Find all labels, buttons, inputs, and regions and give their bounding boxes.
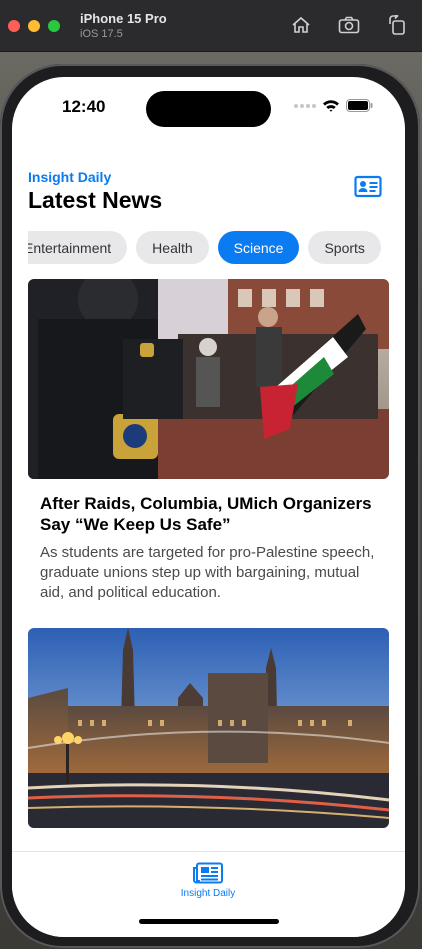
close-window-button[interactable]: [8, 19, 20, 32]
status-icons: [294, 99, 373, 112]
tab-insight-daily[interactable]: Insight Daily: [178, 862, 238, 899]
signal-dots-icon: [294, 103, 316, 108]
dynamic-island: [146, 91, 271, 127]
status-time: 12:40: [62, 97, 106, 116]
chip-sports[interactable]: Sports: [308, 231, 381, 264]
simulator-toolbar: [290, 14, 408, 36]
chip-science[interactable]: Science: [217, 231, 300, 264]
article-card[interactable]: [28, 628, 389, 828]
status-bar: 12:40: [12, 77, 405, 131]
os-version: iOS 17.5: [80, 28, 123, 40]
device-frame: 12:40 Insight Daily Latest News Entertai…: [0, 64, 420, 948]
simulator-titlebar: iPhone 15 Pro iOS 17.5: [0, 0, 422, 52]
app-subtitle: Insight Daily: [28, 169, 112, 185]
wifi-icon: [323, 100, 339, 112]
article-headline: After Raids, Columbia, UMich Organizers …: [40, 494, 372, 534]
tab-bar: Insight Daily: [12, 851, 405, 937]
device-name: iPhone 15 Pro: [80, 11, 167, 26]
category-track: Entertainment Health Science Sports: [28, 231, 381, 264]
window-controls: [8, 19, 60, 32]
contact-card-icon[interactable]: [354, 175, 382, 199]
article-summary: As students are targeted for pro-Palesti…: [40, 544, 375, 601]
newspaper-icon: [193, 862, 223, 884]
tab-label: Insight Daily: [180, 888, 236, 899]
zoom-window-button[interactable]: [48, 19, 60, 32]
parliament-photo: [28, 628, 389, 828]
device-screen: 12:40 Insight Daily Latest News Entertai…: [12, 77, 405, 937]
page-title: Latest News: [28, 187, 163, 213]
category-chips: Entertainment Health Science Sports: [28, 231, 405, 265]
home-indicator[interactable]: [139, 919, 279, 924]
chip-health[interactable]: Health: [136, 231, 209, 264]
simulator-title: iPhone 15 Pro iOS 17.5: [80, 11, 167, 40]
rotate-icon[interactable]: [386, 14, 408, 36]
chip-entertainment[interactable]: Entertainment: [28, 231, 128, 264]
protest-photo: [28, 279, 389, 479]
screenshot-icon[interactable]: [338, 14, 360, 36]
battery-icon: [346, 99, 373, 112]
minimize-window-button[interactable]: [28, 19, 40, 32]
article-card[interactable]: After Raids, Columbia, UMich Organizers …: [28, 279, 389, 603]
home-icon[interactable]: [290, 14, 312, 36]
